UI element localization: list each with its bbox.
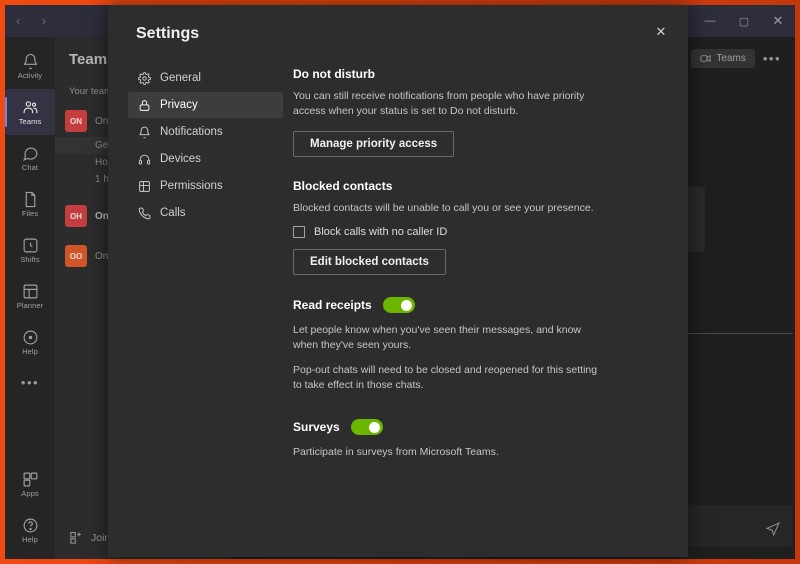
do-not-disturb-heading: Do not disturb [293,67,375,81]
settings-nav-item-devices[interactable]: Devices [128,146,283,172]
bell-icon [23,53,37,69]
conversation-more-button[interactable]: ••• [763,51,781,66]
rail-label: Apps [21,488,39,498]
settings-dialog: Settings ✕ General Privacy Notifications… [108,5,688,557]
read-receipts-row: Read receipts [293,297,648,313]
surveys-label: Surveys [293,420,340,434]
rail-more-button[interactable]: ••• [21,365,39,399]
close-icon[interactable]: ✕ [644,17,678,47]
rail-label: Help [22,534,38,544]
rail-bottom-group: Apps Help [5,461,55,559]
settings-title: Settings [136,25,200,42]
shifts-clock-icon [23,238,37,252]
settings-nav-item-permissions[interactable]: Permissions [128,173,283,199]
meet-teams-button[interactable]: Teams [691,49,755,68]
read-receipts-description-1: Let people know when you've seen their m… [293,324,582,351]
chat-icon [22,147,37,161]
block-calls-row[interactable]: Block calls with no caller ID [293,226,648,238]
join-team-icon [70,532,81,544]
settings-nav-item-privacy[interactable]: Privacy [128,92,283,118]
bell-icon [139,126,150,138]
video-icon [700,55,711,62]
lock-icon [139,99,150,111]
meet-teams-label: Teams [716,53,746,64]
rail-label: Activity [17,70,43,80]
rail-label: Teams [18,116,42,126]
permissions-icon [139,180,150,192]
privacy-settings-panel: Do not disturb You can still receive not… [293,57,688,557]
manage-priority-access-button[interactable]: Manage priority access [293,131,455,157]
rail-item-files[interactable]: Files [5,181,55,227]
maximize-button[interactable]: ▢ [727,5,761,37]
settings-nav-label: Calls [160,207,186,219]
rail-item-help[interactable]: Help [5,507,55,553]
apps-icon [23,472,37,486]
rail-label: Chat [21,162,39,172]
block-calls-label: Block calls with no caller ID [314,226,448,238]
settings-nav-label: Devices [160,153,201,165]
nav-back-button[interactable]: ‹ [5,5,31,37]
team-avatar: OH [65,205,87,227]
team-avatar: OO [65,245,87,267]
surveys-toggle[interactable] [350,419,383,435]
read-receipts-label: Read receipts [293,298,372,312]
window-close-button[interactable]: ✕ [761,5,795,37]
rail-item-teams[interactable]: Teams [5,89,55,135]
teams-icon [23,100,37,113]
surveys-description: Participate in surveys from Microsoft Te… [293,446,499,458]
settings-dialog-header: Settings ✕ [108,5,688,57]
settings-nav-item-notifications[interactable]: Notifications [128,119,283,145]
settings-dialog-body: General Privacy Notifications Devices Pe… [108,57,688,557]
rail-label: Shifts [20,254,40,264]
block-calls-checkbox[interactable] [293,226,305,238]
send-icon[interactable] [765,521,781,537]
settings-nav-label: Privacy [160,99,198,111]
nav-forward-button[interactable]: › [31,5,57,37]
rail-label: Help [22,346,38,356]
rail-label: Planner [16,300,44,310]
blocked-contacts-heading: Blocked contacts [293,179,393,193]
rail-item-shifts[interactable]: Shifts [5,227,55,273]
do-not-disturb-description: You can still receive notifications from… [293,90,585,117]
files-icon [25,191,35,207]
rail-label: Files [21,208,39,218]
app-rail: Activity Teams Chat Files Shifts Planner… [5,37,55,559]
settings-nav: General Privacy Notifications Devices Pe… [108,57,293,557]
gear-icon [138,71,151,85]
planner-icon [23,284,37,298]
settings-nav-label: Notifications [160,126,223,138]
help-icon [23,330,37,344]
surveys-row: Surveys [293,419,648,435]
blocked-contacts-description: Blocked contacts will be unable to call … [293,202,594,214]
rail-item-chat[interactable]: Chat [5,135,55,181]
toggle-knob [368,421,380,433]
help-icon [23,518,37,532]
headset-icon [138,154,151,165]
rail-item-help-top[interactable]: Help [5,319,55,365]
rail-item-apps[interactable]: Apps [5,461,55,507]
screenshot-root: ‹ › — ▢ ✕ Activity Teams Chat Files Shif… [0,0,800,564]
phone-icon [138,207,151,219]
rail-item-planner[interactable]: Planner [5,273,55,319]
minimize-button[interactable]: — [693,5,727,37]
read-receipts-toggle[interactable] [382,297,415,313]
edit-blocked-contacts-button[interactable]: Edit blocked contacts [293,249,446,275]
settings-nav-label: General [160,72,201,84]
rail-item-activity[interactable]: Activity [5,43,55,89]
settings-nav-label: Permissions [160,180,223,192]
read-receipts-description-2: Pop-out chats will need to be closed and… [293,364,598,391]
toggle-knob [400,299,412,311]
settings-nav-item-calls[interactable]: Calls [128,200,283,226]
team-avatar: ON [65,110,87,132]
settings-nav-item-general[interactable]: General [128,65,283,91]
